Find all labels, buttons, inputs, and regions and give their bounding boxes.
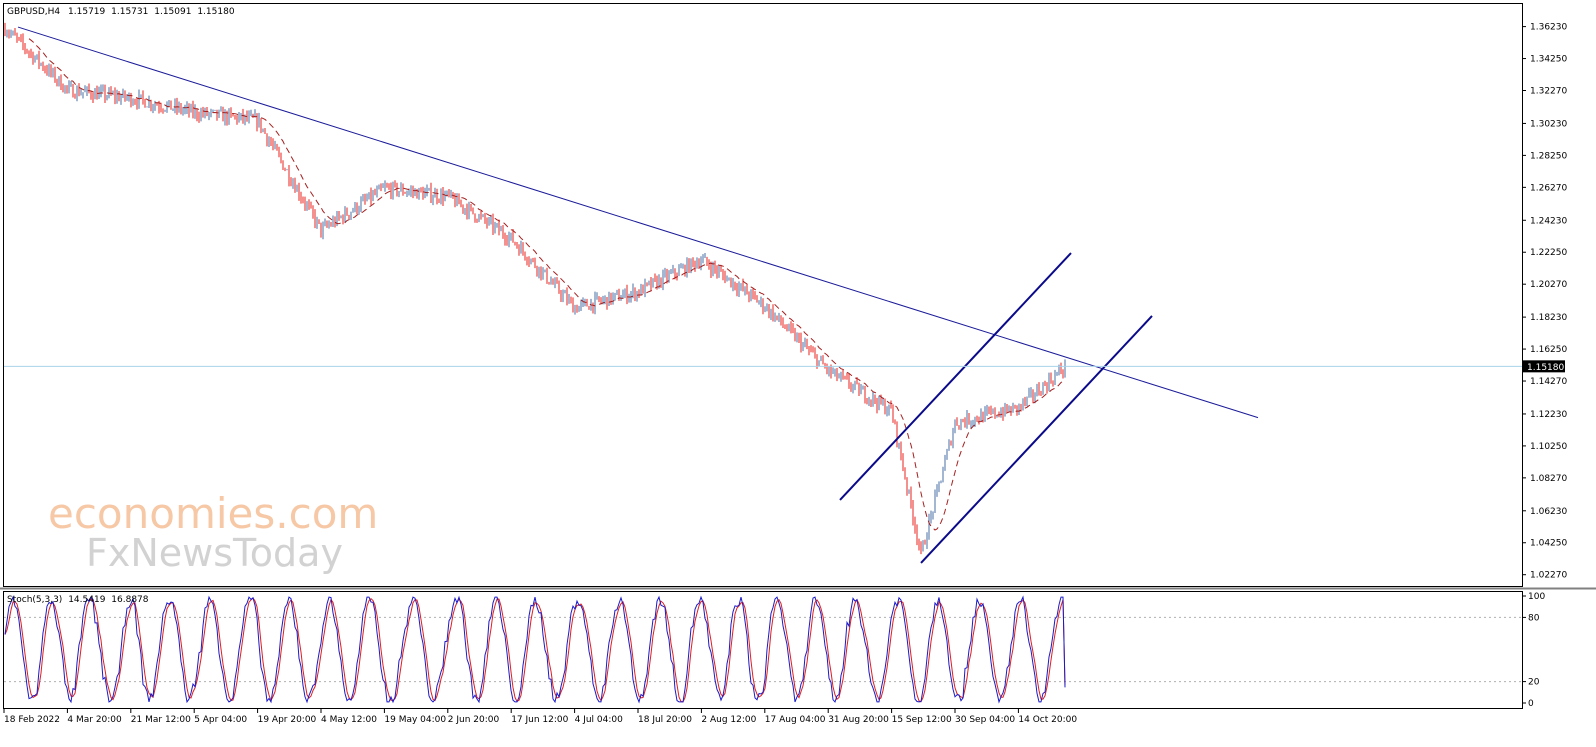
time-tick-label: 4 May 12:00 bbox=[321, 715, 377, 725]
time-tick-label: 4 Jul 04:00 bbox=[575, 715, 624, 725]
stoch-d-value: 16.8878 bbox=[111, 595, 148, 605]
time-tick-label: 4 Mar 20:00 bbox=[67, 715, 122, 725]
price-tick-label: 1.20270 bbox=[1530, 280, 1567, 290]
price-tick-label: 1.14270 bbox=[1530, 377, 1567, 387]
watermark-line2: FxNewsToday bbox=[86, 531, 343, 575]
time-tick-label: 21 Mar 12:00 bbox=[131, 715, 191, 725]
stoch-k-value: 14.5419 bbox=[68, 595, 105, 605]
close-value: 1.15180 bbox=[197, 7, 234, 17]
price-tick-label: 1.30230 bbox=[1530, 119, 1567, 129]
watermark: economies.com FxNewsToday bbox=[48, 489, 378, 575]
stoch-tick-label: 20 bbox=[1528, 678, 1540, 688]
stoch-tick-label: 100 bbox=[1528, 592, 1545, 602]
open-value: 1.15719 bbox=[68, 7, 105, 17]
high-value: 1.15731 bbox=[111, 7, 148, 17]
time-tick-label: 2 Aug 12:00 bbox=[701, 715, 756, 725]
low-value: 1.15091 bbox=[154, 7, 191, 17]
price-tick-label: 1.04250 bbox=[1530, 539, 1567, 549]
chart-canvas[interactable]: economies.com FxNewsToday GBPUSD,H4 1.15… bbox=[0, 0, 1596, 743]
price-tick-label: 1.32270 bbox=[1530, 87, 1567, 97]
stoch-label: Stoch(5,3,3) bbox=[7, 595, 62, 605]
price-tick-label: 1.28250 bbox=[1530, 151, 1567, 161]
time-tick-label: 2 Jun 20:00 bbox=[448, 715, 500, 725]
symbol-label: GBPUSD,H4 bbox=[7, 7, 60, 17]
time-tick-label: 17 Jun 12:00 bbox=[511, 715, 568, 725]
price-tick-label: 1.24230 bbox=[1530, 216, 1567, 226]
price-tick-label: 1.26270 bbox=[1530, 183, 1567, 193]
time-tick-label: 19 Apr 20:00 bbox=[258, 715, 317, 725]
time-tick-label: 17 Aug 04:00 bbox=[765, 715, 826, 725]
stoch-tick-label: 80 bbox=[1528, 613, 1540, 623]
time-tick-label: 19 May 04:00 bbox=[384, 715, 446, 725]
stoch-tick-label: 0 bbox=[1528, 699, 1534, 709]
time-tick-label: 31 Aug 20:00 bbox=[828, 715, 889, 725]
price-tick-label: 1.18230 bbox=[1530, 313, 1567, 323]
time-tick-label: 14 Oct 20:00 bbox=[1018, 715, 1077, 725]
price-tick-label: 1.22250 bbox=[1530, 248, 1567, 258]
time-tick-label: 30 Sep 04:00 bbox=[955, 715, 1015, 725]
current-price-tag-label: 1.15180 bbox=[1527, 363, 1564, 373]
chart-window[interactable]: economies.com FxNewsToday GBPUSD,H4 1.15… bbox=[0, 0, 1596, 743]
current-price-tag: 1.15180 bbox=[1523, 360, 1565, 373]
time-tick-label: 15 Sep 12:00 bbox=[892, 715, 952, 725]
price-tick-label: 1.16250 bbox=[1530, 345, 1567, 355]
stoch-header-text: Stoch(5,3,3) 14.5419 16.8878 bbox=[7, 595, 149, 605]
price-tick-label: 1.02270 bbox=[1530, 571, 1567, 581]
time-tick-label: 18 Feb 2022 bbox=[4, 715, 60, 725]
chart-header-text: GBPUSD,H4 1.15719 1.15731 1.15091 1.1518… bbox=[7, 7, 235, 17]
price-tick-label: 1.12230 bbox=[1530, 410, 1567, 420]
price-tick-label: 1.34250 bbox=[1530, 55, 1567, 65]
time-tick-label: 18 Jul 20:00 bbox=[638, 715, 692, 725]
time-tick-label: 5 Apr 04:00 bbox=[194, 715, 247, 725]
chart-background bbox=[0, 0, 1596, 743]
price-tick-label: 1.10250 bbox=[1530, 442, 1567, 452]
price-tick-label: 1.08270 bbox=[1530, 474, 1567, 484]
price-tick-label: 1.06230 bbox=[1530, 507, 1567, 517]
price-tick-label: 1.36230 bbox=[1530, 23, 1567, 33]
